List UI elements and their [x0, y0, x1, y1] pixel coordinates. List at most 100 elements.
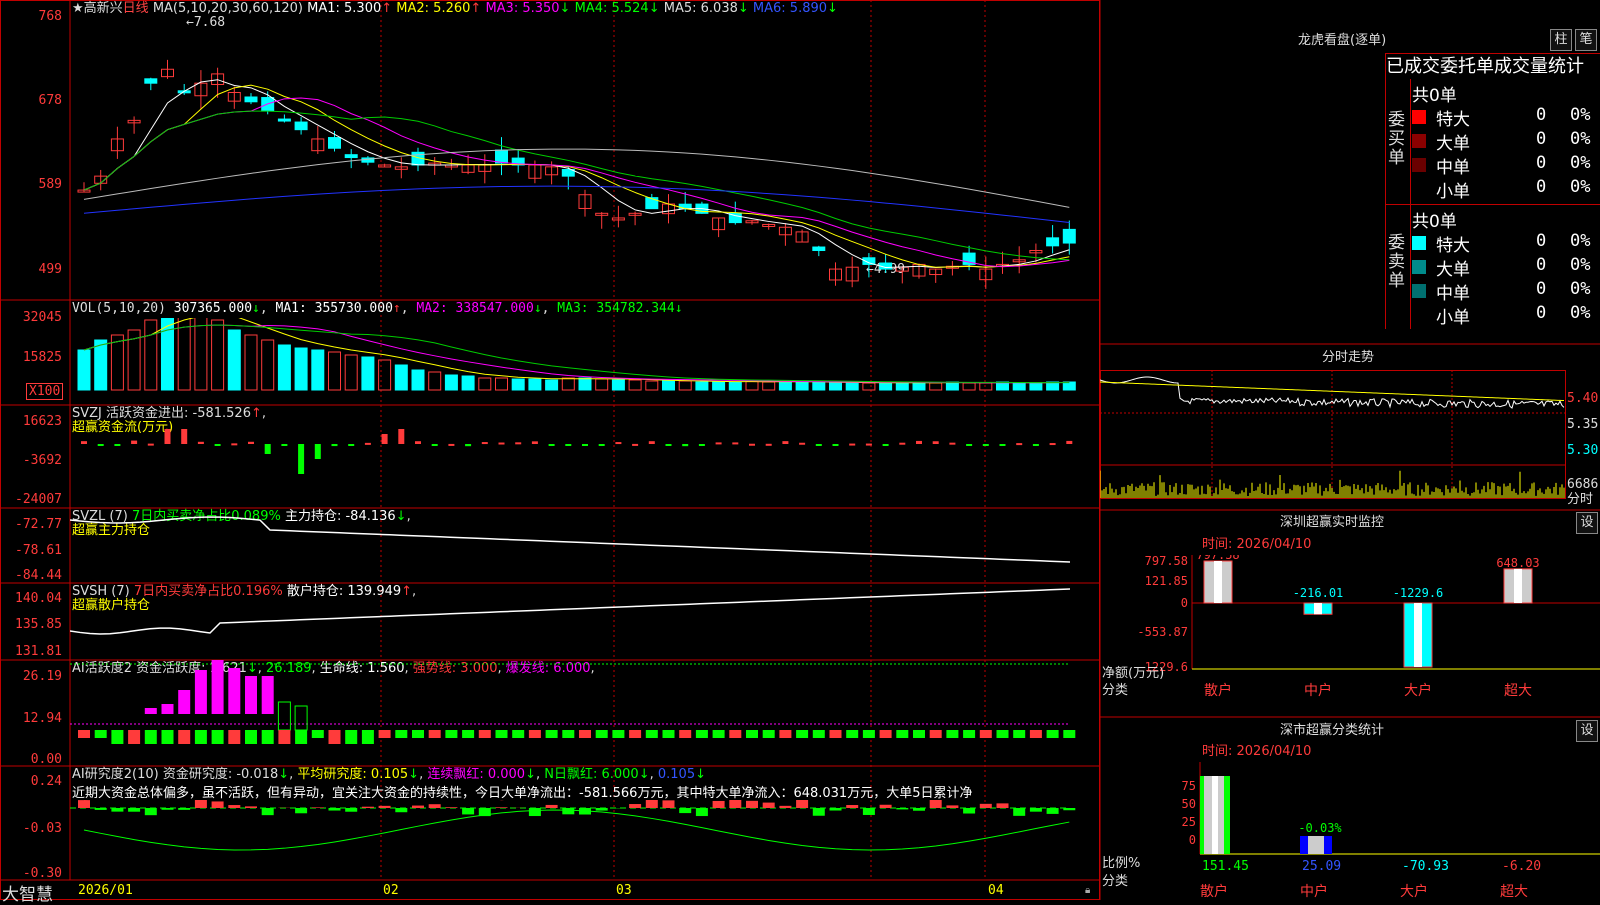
buy-side-label: 委买单 [1388, 111, 1408, 168]
intraday-title: 分时走势 [1322, 351, 1374, 365]
row-name: 特大 [1436, 231, 1470, 256]
candlestick-chart[interactable] [70, 15, 1100, 300]
row-percent: 0% [1570, 231, 1590, 251]
class-value: 25.09 [1302, 859, 1341, 874]
volume-bar [830, 383, 842, 390]
activity-bar [562, 730, 574, 738]
volume-bar [980, 383, 992, 390]
row-count: 0 [1536, 105, 1546, 125]
research-bar [913, 808, 925, 811]
flow-bar [265, 444, 271, 454]
ai-research-chart[interactable] [70, 800, 1100, 880]
row-percent: 0% [1570, 255, 1590, 275]
volume-chart[interactable] [70, 318, 1100, 405]
monitor-category: 超大 [1504, 683, 1532, 699]
buy-total: 共0单 [1412, 81, 1457, 106]
bar-mode-button[interactable]: 柱 [1550, 29, 1572, 51]
flow-bar [966, 444, 972, 446]
monitor-ytick: 121.85 [1145, 574, 1188, 588]
row-percent: 0% [1570, 177, 1590, 197]
row-name: 大单 [1436, 129, 1470, 154]
period-label[interactable]: 日线 [123, 1, 149, 16]
ai1-ytick-2: 0.00 [0, 752, 62, 767]
flow-bar [615, 442, 621, 444]
monitor-bar-highlight [1514, 569, 1522, 603]
flow-bar [482, 442, 488, 444]
activity-bar [278, 702, 290, 730]
candle-body [345, 155, 357, 158]
activity-bar [412, 730, 424, 738]
class-ytick: 50 [1182, 797, 1196, 811]
volume-bar [663, 381, 675, 390]
fund-flow-chart[interactable] [70, 420, 1100, 505]
row-count: 0 [1536, 231, 1546, 251]
flow-bar [816, 444, 822, 446]
activity-bar [295, 730, 307, 744]
activity-bar [729, 730, 741, 738]
class-bar [1200, 776, 1230, 854]
volume-bar [562, 378, 574, 390]
sell-row-0: 特大 0 0% [1412, 231, 1600, 253]
sell-side-label: 委卖单 [1388, 234, 1408, 291]
row-name: 中单 [1436, 279, 1470, 304]
main-force-position-chart[interactable] [70, 508, 1100, 583]
x-tick-jan: 2026/01 [78, 884, 133, 898]
stock-title[interactable]: ★高新兴 [72, 1, 123, 16]
research-bar [896, 808, 908, 809]
research-bar [329, 808, 341, 811]
activity-bar [863, 730, 875, 738]
activity-bar [329, 730, 341, 744]
research-bar [228, 805, 240, 808]
class-bar-inner [1308, 836, 1324, 854]
activity-bar [195, 730, 207, 744]
volume-bar [145, 320, 157, 390]
ai-activity-chart[interactable] [70, 660, 1100, 766]
activity-bar [245, 730, 257, 744]
flow-bar [114, 444, 120, 446]
flow-bar [448, 444, 454, 446]
research-bar [679, 808, 691, 813]
flow-bar [565, 444, 571, 446]
retail-position-chart[interactable] [70, 583, 1100, 660]
sz-monitor-chart[interactable]: 797.58121.850-553.87-1229.6797.58散户-216.… [1100, 555, 1600, 715]
intraday-price-0: 5.40 [1567, 392, 1598, 406]
flow-bar [983, 444, 989, 446]
sz-class-time: 时间: 2026/04/10 [1202, 745, 1311, 759]
row-name: 小单 [1436, 303, 1470, 328]
activity-bar [162, 730, 174, 744]
candle-body [813, 247, 825, 250]
legend-swatch [1412, 182, 1426, 196]
sell-total: 共0单 [1412, 207, 1457, 232]
sz-monitor-settings-button[interactable]: 设 [1576, 512, 1598, 534]
lock-icon[interactable]: 🔒︎ [1085, 885, 1090, 896]
brand-logo: 大智慧 [2, 880, 53, 905]
buy-row-1: 大单00% [1412, 129, 1600, 151]
avg-price-line [1100, 382, 1564, 401]
vol-unit-badge: X100 [26, 383, 63, 400]
sz-class-chart[interactable]: 7550250-0.03%151.4525.09-70.93-6.20散户中户大… [1100, 762, 1600, 900]
research-bar [863, 808, 875, 815]
flow-bar [649, 441, 655, 444]
flow-bar [198, 442, 204, 444]
candle-body [145, 79, 157, 83]
activity-bar [345, 730, 357, 744]
research-bar [930, 800, 942, 808]
research-bar [1047, 808, 1059, 814]
ma-line [84, 80, 1069, 268]
flow-bar [716, 442, 722, 444]
legend-swatch [1412, 110, 1426, 124]
row-count: 0 [1536, 177, 1546, 197]
svsh-ytick-0: 140.04 [0, 591, 62, 606]
research-bar [128, 808, 140, 812]
monitor-bar [1204, 561, 1232, 603]
volume-bar [596, 379, 608, 390]
sz-class-settings-button[interactable]: 设 [1576, 720, 1598, 742]
class-value: -6.20 [1502, 859, 1541, 874]
monitor-value-label: -1229.6 [1393, 586, 1444, 600]
flow-bar [666, 444, 672, 446]
research-bar [846, 805, 858, 808]
research-bar [145, 808, 157, 815]
activity-bar [462, 730, 474, 738]
intraday-chart[interactable] [1100, 370, 1566, 510]
tick-mode-button[interactable]: 笔 [1575, 29, 1597, 51]
